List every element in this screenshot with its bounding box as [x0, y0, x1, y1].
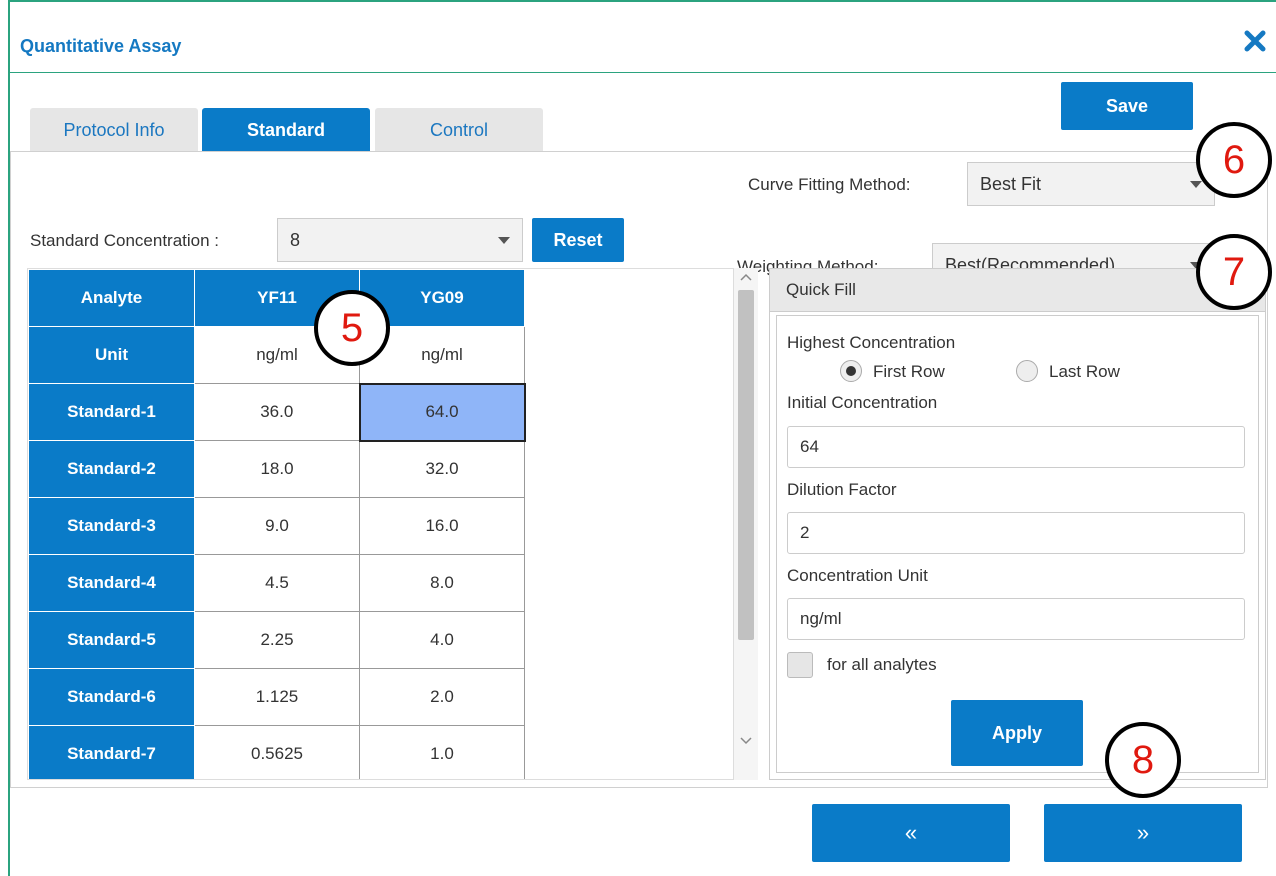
- quick-fill-panel: Quick Fill Highest Concentration First R…: [769, 268, 1266, 780]
- grid-scrollbar[interactable]: [733, 268, 758, 780]
- grid-cell[interactable]: 1.125: [194, 668, 360, 726]
- grid-row-label: Standard-2: [28, 440, 195, 498]
- table-row: Standard-3 9.0 16.0: [28, 497, 525, 555]
- tab-protocol-info[interactable]: Protocol Info: [30, 108, 198, 152]
- table-row: Standard-7 0.5625 1.0: [28, 725, 525, 779]
- tab-standard[interactable]: Standard: [202, 108, 370, 152]
- grid-row-label: Standard-3: [28, 497, 195, 555]
- dilution-factor-label: Dilution Factor: [787, 480, 897, 499]
- grid-row-label: Standard-6: [28, 668, 195, 726]
- curve-fitting-value: Best Fit: [980, 173, 1042, 194]
- curve-fitting-select[interactable]: Best Fit: [967, 162, 1215, 206]
- dialog-title: Quantitative Assay: [20, 36, 182, 56]
- next-button[interactable]: »: [1044, 804, 1242, 862]
- grid-row-label: Standard-5: [28, 611, 195, 669]
- grid-cell[interactable]: 0.5625: [194, 725, 360, 779]
- last-row-label: Last Row: [1049, 362, 1120, 381]
- dilution-factor-input[interactable]: 2: [787, 512, 1245, 554]
- save-button[interactable]: Save: [1061, 82, 1193, 130]
- curve-fitting-label: Curve Fitting Method:: [748, 175, 911, 194]
- reset-button[interactable]: Reset: [532, 218, 624, 262]
- grid-cell[interactable]: 4.0: [359, 611, 525, 669]
- initial-concentration-label: Initial Concentration: [787, 393, 938, 412]
- table-row: Standard-5 2.25 4.0: [28, 611, 525, 669]
- concentration-unit-label: Concentration Unit: [787, 566, 928, 585]
- grid-cell[interactable]: 36.0: [194, 383, 360, 441]
- grid-header-row: Analyte YF11 YG09: [28, 269, 525, 327]
- grid-cell[interactable]: 16.0: [359, 497, 525, 555]
- standard-concentration-select[interactable]: 8: [277, 218, 523, 262]
- standard-concentration-label: Standard Concentration :: [30, 231, 220, 250]
- table-row: Standard-4 4.5 8.0: [28, 554, 525, 612]
- grid-cell[interactable]: 18.0: [194, 440, 360, 498]
- grid-cell[interactable]: 4.5: [194, 554, 360, 612]
- first-row-label: First Row: [873, 362, 945, 381]
- grid-cell[interactable]: 32.0: [359, 440, 525, 498]
- grid-unit-row: Unit ng/ml ng/ml: [28, 326, 525, 384]
- grid-cell[interactable]: 2.0: [359, 668, 525, 726]
- initial-concentration-input[interactable]: 64: [787, 426, 1245, 468]
- standard-grid: Analyte YF11 YG09 Unit ng/ml ng/ml Stand…: [28, 269, 526, 779]
- last-row-radio[interactable]: [1016, 360, 1038, 382]
- grid-cell[interactable]: 2.25: [194, 611, 360, 669]
- callout-8-marker: 8: [1105, 722, 1181, 798]
- scroll-down-icon[interactable]: [740, 736, 752, 746]
- table-row: Standard-1 36.0 64.0: [28, 382, 526, 442]
- grid-cell[interactable]: 1.0: [359, 725, 525, 779]
- all-analytes-label: for all analytes: [827, 655, 937, 674]
- previous-button[interactable]: «: [812, 804, 1010, 862]
- grid-row-label: Standard-7: [28, 725, 195, 779]
- all-analytes-checkbox[interactable]: [787, 652, 813, 678]
- dialog-titlebar: Quantitative Assay: [10, 2, 1276, 73]
- grid-row-label: Standard-4: [28, 554, 195, 612]
- table-row: Standard-2 18.0 32.0: [28, 440, 525, 498]
- callout-6-marker: 6: [1196, 122, 1272, 198]
- concentration-unit-input[interactable]: ng/ml: [787, 598, 1245, 640]
- tab-control[interactable]: Control: [375, 108, 543, 152]
- first-row-radio[interactable]: [840, 360, 862, 382]
- close-icon[interactable]: [1240, 26, 1270, 56]
- quick-fill-body: Highest Concentration First Row Last Row…: [776, 315, 1259, 773]
- standard-concentration-value: 8: [290, 229, 301, 250]
- callout-7-marker: 7: [1196, 234, 1272, 310]
- grid-row-label: Unit: [28, 326, 195, 384]
- chevron-down-icon: [1190, 181, 1202, 188]
- grid-cell[interactable]: 9.0: [194, 497, 360, 555]
- highest-concentration-label: Highest Concentration: [787, 333, 956, 352]
- apply-button[interactable]: Apply: [951, 700, 1083, 766]
- table-row: Standard-6 1.125 2.0: [28, 668, 525, 726]
- quick-fill-title: Quick Fill: [770, 269, 1265, 312]
- grid-cell[interactable]: 8.0: [359, 554, 525, 612]
- standard-grid-container: Analyte YF11 YG09 Unit ng/ml ng/ml Stand…: [27, 268, 757, 780]
- callout-5-marker: 5: [314, 290, 390, 366]
- grid-header-analyte: Analyte: [28, 269, 195, 327]
- chevron-down-icon: [498, 237, 510, 244]
- grid-row-label: Standard-1: [28, 383, 195, 441]
- scrollbar-thumb[interactable]: [738, 290, 754, 640]
- grid-cell-selected[interactable]: 64.0: [358, 382, 526, 442]
- scroll-up-icon[interactable]: [740, 272, 752, 282]
